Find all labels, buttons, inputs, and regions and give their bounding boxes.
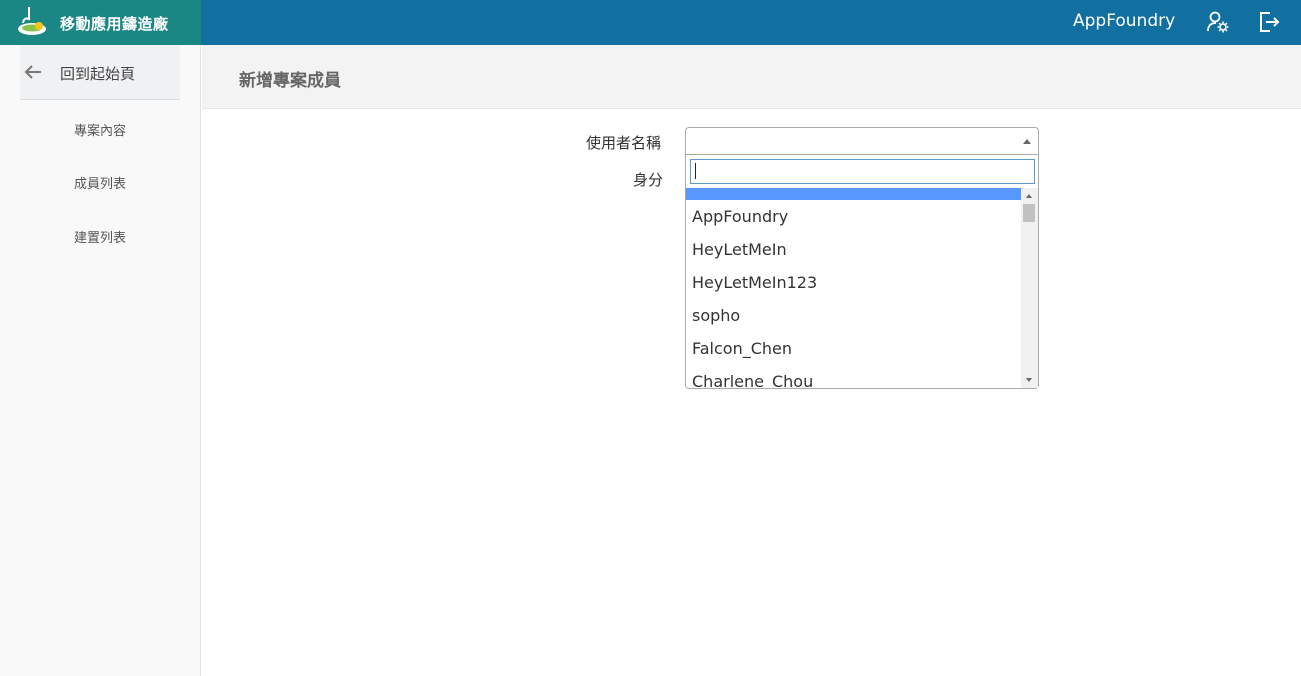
username-label: 使用者名稱	[586, 134, 662, 152]
dropdown-scrollbar[interactable]	[1021, 188, 1038, 388]
app-foundry-logo-icon	[18, 7, 46, 35]
role-label: 身分	[633, 171, 664, 189]
caret-up-icon	[1023, 139, 1031, 144]
arrow-left-icon	[24, 65, 41, 79]
option-list: AppFoundry HeyLetMeIn HeyLetMeIn123 soph…	[686, 188, 1021, 388]
logout-icon[interactable]	[1257, 10, 1281, 34]
back-to-home-link[interactable]: 回到起始頁	[20, 45, 180, 100]
page-header: 新增專案成員	[202, 45, 1301, 109]
option-item[interactable]: Falcon_Chen	[686, 332, 1021, 365]
sidebar-item-member-list[interactable]: 成員列表	[0, 173, 200, 192]
username-dropdown: AppFoundry HeyLetMeIn HeyLetMeIn123 soph…	[685, 155, 1039, 389]
option-item[interactable]: HeyLetMeIn	[686, 233, 1021, 266]
option-item[interactable]: HeyLetMeIn123	[686, 266, 1021, 299]
brand[interactable]: 移動應用鑄造廠	[0, 0, 201, 45]
sidebar-item-build-list[interactable]: 建置列表	[0, 227, 200, 246]
top-bar: 移動應用鑄造廠 AppFoundry	[0, 0, 1301, 45]
back-to-home-label: 回到起始頁	[60, 65, 136, 83]
option-item[interactable]: sopho	[686, 299, 1021, 332]
text-cursor	[695, 163, 696, 179]
page-title: 新增專案成員	[239, 71, 341, 91]
brand-title: 移動應用鑄造廠	[60, 15, 169, 33]
option-item[interactable]: Charlene_Chou	[686, 365, 1021, 388]
scroll-down-icon[interactable]	[1026, 378, 1032, 382]
current-username[interactable]: AppFoundry	[1073, 11, 1175, 31]
username-search-input[interactable]	[690, 159, 1035, 184]
username-select[interactable]	[685, 127, 1039, 155]
sidebar: 回到起始頁 專案內容 成員列表 建置列表	[0, 45, 201, 676]
highlighted-option[interactable]	[686, 188, 1021, 200]
user-settings-icon[interactable]	[1206, 10, 1230, 34]
scroll-thumb[interactable]	[1023, 204, 1035, 222]
option-item[interactable]: AppFoundry	[686, 200, 1021, 233]
sidebar-item-project-content[interactable]: 專案內容	[0, 120, 200, 139]
scroll-up-icon[interactable]	[1026, 194, 1032, 198]
